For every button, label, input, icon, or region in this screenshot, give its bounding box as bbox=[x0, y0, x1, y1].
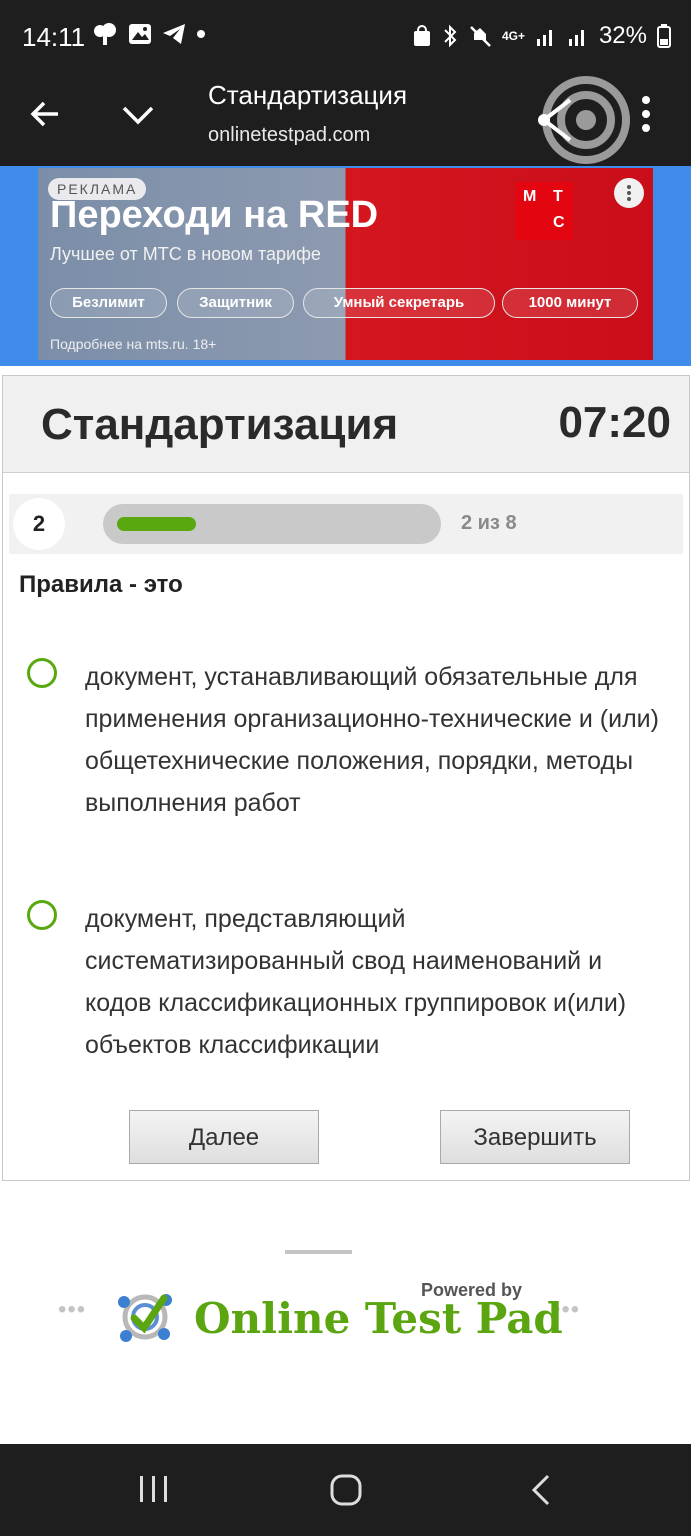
online-test-pad-logo-icon bbox=[118, 1294, 172, 1342]
system-nav-bar bbox=[0, 1444, 691, 1536]
ad-footer: Подробнее на mts.ru. 18+ bbox=[50, 336, 217, 352]
battery-icon bbox=[657, 24, 671, 48]
question-text: Правила - это bbox=[19, 571, 183, 598]
quiz-timer: 07:20 bbox=[558, 398, 671, 447]
ad-headline: Переходи на RED bbox=[50, 194, 379, 236]
recent-apps-icon[interactable] bbox=[138, 1474, 170, 1504]
signal-icon-2 bbox=[568, 30, 584, 46]
browser-page-title: Стандартизация bbox=[208, 80, 408, 110]
quiz-title: Стандартизация bbox=[41, 400, 399, 449]
ad-area: РЕКЛАМА Переходи на RED Лучшее от МТС в … bbox=[0, 166, 691, 366]
answer-option-text: документ, устанавливающий обязательные д… bbox=[85, 663, 659, 817]
ad-banner[interactable]: РЕКЛАМА Переходи на RED Лучшее от МТС в … bbox=[38, 168, 653, 360]
progress-counter: 2 из 8 bbox=[461, 512, 517, 534]
answer-option[interactable]: документ, устанавливающий обязательные д… bbox=[27, 656, 667, 846]
answer-option-text: документ, представляющий систематизирова… bbox=[85, 905, 627, 1059]
browser-toolbar: Стандартизация onlinetestpad.com bbox=[0, 76, 691, 166]
home-icon[interactable] bbox=[330, 1474, 362, 1506]
chevron-down-icon[interactable] bbox=[116, 92, 160, 136]
ad-pill-secretary: Умный секретарь bbox=[303, 288, 495, 318]
dot-icon bbox=[197, 30, 205, 38]
radio-button[interactable] bbox=[27, 658, 57, 688]
system-status: 4G+ 32% bbox=[412, 22, 671, 50]
status-time: 14:11 bbox=[22, 22, 86, 52]
ad-pill-unlimited: Безлимит bbox=[50, 288, 167, 318]
nav-back-icon[interactable] bbox=[528, 1474, 552, 1506]
divider bbox=[285, 1250, 352, 1254]
network-type: 4G+ bbox=[501, 29, 525, 43]
quiz-card: Стандартизация 07:20 2 2 из 8 Правила - … bbox=[2, 375, 690, 1181]
mute-icon bbox=[470, 26, 491, 47]
ad-pill-minutes: 1000 минут bbox=[502, 288, 638, 318]
battery-percent: 32% bbox=[598, 22, 647, 49]
dots-left: ••• bbox=[58, 1296, 87, 1323]
progress-bar bbox=[103, 504, 441, 544]
finish-button[interactable]: Завершить bbox=[440, 1110, 630, 1164]
progress-fill bbox=[117, 517, 196, 531]
ad-subheadline: Лучшее от МТС в новом тарифе bbox=[50, 244, 321, 264]
mts-logo: М Т С bbox=[515, 182, 573, 240]
answer-option[interactable]: документ, представляющий систематизирова… bbox=[27, 898, 667, 1068]
brand-name[interactable]: Online Test Pad bbox=[194, 1294, 563, 1343]
question-number: 2 bbox=[13, 498, 65, 550]
tree-icon bbox=[94, 23, 116, 45]
back-arrow-icon[interactable] bbox=[24, 92, 68, 136]
bluetooth-icon bbox=[444, 24, 457, 48]
browser-url[interactable]: onlinetestpad.com bbox=[208, 124, 370, 147]
more-vert-icon[interactable] bbox=[632, 92, 660, 136]
share-icon[interactable] bbox=[532, 66, 640, 174]
radio-button[interactable] bbox=[27, 900, 57, 930]
lock-app-icon bbox=[413, 25, 430, 46]
signal-icon bbox=[536, 30, 552, 46]
progress-row: 2 2 из 8 bbox=[9, 494, 683, 554]
telegram-icon bbox=[163, 24, 185, 44]
ad-pill-protector: Защитник bbox=[177, 288, 294, 318]
next-button[interactable]: Далее bbox=[129, 1110, 319, 1164]
quiz-header: Стандартизация 07:20 bbox=[3, 376, 689, 473]
ad-options-icon[interactable] bbox=[614, 178, 644, 208]
gallery-icon bbox=[129, 24, 151, 44]
notification-icons bbox=[92, 22, 206, 46]
